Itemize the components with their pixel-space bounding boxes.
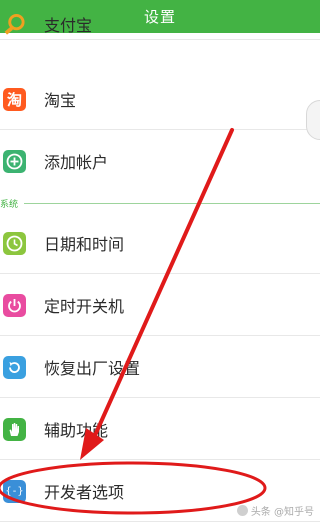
watermark-logo-icon — [236, 505, 248, 516]
annotation-overlay — [0, 128, 267, 515]
annotation-arrow-line — [90, 128, 234, 444]
annotation-arrow-head — [80, 428, 104, 460]
annotation-ellipse — [0, 461, 267, 515]
watermark: 头条 @知乎号 — [236, 503, 314, 518]
watermark-text: 头条 @知乎号 — [250, 507, 314, 518]
